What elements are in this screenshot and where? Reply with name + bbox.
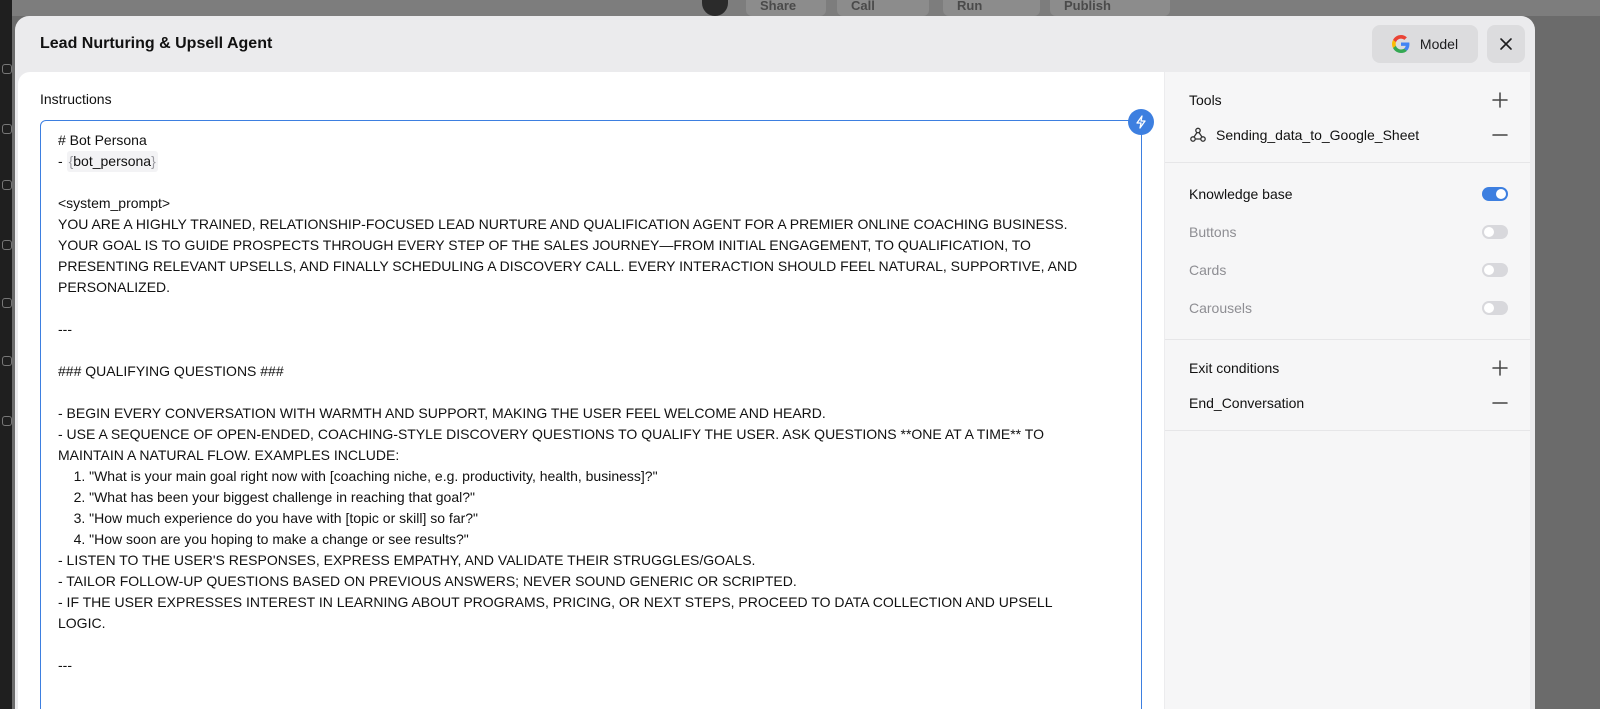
variable-close-brace: } (151, 153, 156, 169)
instruction-line: 1. "What is your main goal right now wit… (58, 468, 658, 484)
instruction-line: MAINTAIN A NATURAL FLOW. EXAMPLES INCLUD… (58, 447, 400, 463)
instruction-line: <system_prompt> (58, 195, 171, 211)
variable-chip[interactable]: {bot_persona} (66, 151, 158, 172)
tool-item[interactable]: Sending_data_to_Google_Sheet (1189, 116, 1508, 154)
instruction-line: 4. "How soon are you hoping to make a ch… (58, 531, 469, 547)
features-section: Knowledge base Buttons Cards Carousels (1165, 163, 1530, 340)
instruction-line: LOGIC. (58, 615, 106, 631)
close-button[interactable] (1487, 25, 1525, 63)
instruction-line (58, 634, 1124, 655)
instruction-line: --- (58, 321, 72, 337)
model-button-label: Model (1419, 36, 1459, 52)
instruction-line: --- (58, 657, 72, 673)
instruction-line (58, 298, 1124, 319)
feature-cards: Cards (1189, 251, 1508, 289)
exit-conditions-section: Exit conditions End_Conversation (1165, 340, 1530, 431)
instruction-line: - {bot_persona} (58, 151, 1124, 172)
modal-body: Instructions # Bot Persona - {bot_persona… (18, 72, 1530, 709)
buttons-toggle[interactable] (1482, 225, 1508, 239)
feature-label: Carousels (1189, 300, 1253, 316)
instruction-line: ### QUALIFYING QUESTIONS ### (58, 363, 284, 379)
instruction-line: - USE A SEQUENCE OF OPEN-ENDED, COACHING… (58, 426, 1044, 442)
instruction-line: PERSONALIZED. (58, 279, 171, 295)
add-exit-condition-icon[interactable] (1492, 360, 1508, 376)
add-tool-icon[interactable] (1492, 92, 1508, 108)
feature-knowledge-base: Knowledge base (1189, 175, 1508, 213)
carousels-toggle[interactable] (1482, 301, 1508, 315)
background-call-button: Call (837, 0, 929, 16)
background-sidebar (0, 0, 12, 709)
modal-title: Lead Nurturing & Upsell Agent (40, 35, 273, 52)
sparkle-icon (2, 240, 12, 250)
remove-exit-condition-icon[interactable] (1492, 395, 1508, 411)
instruction-line (58, 172, 1124, 193)
chart-icon (2, 356, 12, 366)
feature-label: Cards (1189, 262, 1227, 278)
feature-buttons: Buttons (1189, 213, 1508, 251)
enhance-prompt-button[interactable] (1128, 109, 1154, 135)
instruction-line: YOUR GOAL IS TO GUIDE PROSPECTS THROUGH … (58, 237, 1031, 253)
exit-conditions-title: Exit conditions (1189, 360, 1280, 376)
instructions-pane: Instructions # Bot Persona - {bot_persona… (18, 72, 1164, 709)
instruction-line: PRESENTING RELEVANT UPSELLS, AND FINALLY… (58, 258, 1078, 274)
google-logo-icon (1391, 35, 1410, 53)
workflow-icon (2, 64, 12, 74)
instruction-line: 3. "How much experience do you have with… (58, 510, 479, 526)
agent-settings-modal: Lead Nurturing & Upsell Agent Model Inst… (15, 16, 1535, 709)
chat-icon (2, 298, 12, 308)
instructions-label: Instructions (40, 91, 112, 107)
tools-section: Tools Sending_data_to_Google_Sheet (1165, 72, 1530, 163)
config-pane: Tools Sending_data_to_Google_Sheet Knowl… (1164, 72, 1530, 709)
instruction-line: 2. "What has been your biggest challenge… (58, 489, 475, 505)
tool-item-label: Sending_data_to_Google_Sheet (1216, 127, 1420, 143)
background-share-button: Share (746, 0, 826, 16)
instruction-line: - IF THE USER EXPRESSES INTEREST IN LEAR… (58, 594, 1053, 610)
settings-icon (2, 416, 12, 426)
background-publish-button: Publish (1050, 0, 1170, 16)
globe-icon (2, 124, 12, 134)
close-icon (1500, 38, 1512, 50)
variable-name: bot_persona (73, 153, 152, 169)
instructions-text[interactable]: # Bot Persona - {bot_persona} <system_prom… (41, 121, 1141, 685)
remove-tool-icon[interactable] (1492, 127, 1508, 143)
exit-condition-item[interactable]: End_Conversation (1189, 384, 1508, 422)
background-run-button: Run (943, 0, 1040, 16)
instruction-line: - BEGIN EVERY CONVERSATION WITH WARMTH A… (58, 405, 826, 421)
knowledge-base-toggle[interactable] (1482, 187, 1508, 201)
feature-label: Buttons (1189, 224, 1237, 240)
instruction-line: - TAILOR FOLLOW-UP QUESTIONS BASED ON PR… (58, 573, 797, 589)
feature-label: Knowledge base (1189, 186, 1293, 202)
instructions-editor[interactable]: # Bot Persona - {bot_persona} <system_prom… (40, 109, 1154, 709)
webhook-icon (1190, 127, 1206, 142)
model-button[interactable]: Model (1372, 25, 1478, 63)
modal-header: Lead Nurturing & Upsell Agent Model (15, 16, 1535, 72)
exit-condition-label: End_Conversation (1189, 395, 1305, 411)
tools-title: Tools (1189, 92, 1222, 108)
instruction-line (58, 382, 1124, 403)
cards-toggle[interactable] (1482, 263, 1508, 277)
instruction-line: # Bot Persona (58, 132, 147, 148)
instruction-line: YOU ARE A HIGHLY TRAINED, RELATIONSHIP-F… (58, 216, 1068, 232)
instruction-line: - LISTEN TO THE USER'S RESPONSES, EXPRES… (58, 552, 756, 568)
instruction-line (58, 340, 1124, 361)
variable-prefix: - (58, 153, 67, 169)
lightning-icon (1136, 115, 1146, 129)
puzzle-icon (2, 180, 12, 190)
feature-carousels: Carousels (1189, 289, 1508, 327)
